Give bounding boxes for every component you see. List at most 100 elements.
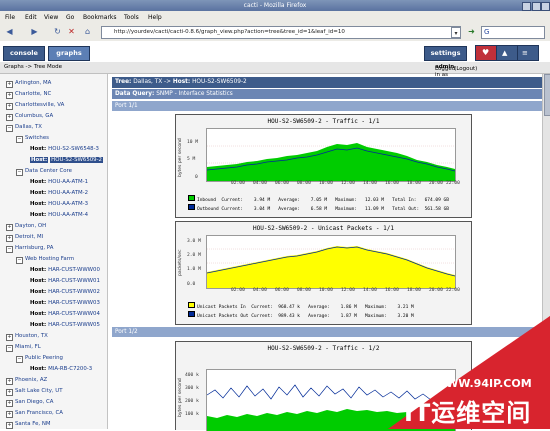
tree-host-label: HOU-AA-ATM-3 (48, 201, 89, 207)
expand-toggle-icon[interactable]: + (6, 92, 13, 99)
x-tick: 08:00 (297, 288, 311, 293)
tree-item[interactable]: Host: HOU-AA-ATM-4 (30, 212, 88, 218)
close-window-button[interactable] (541, 2, 550, 11)
x-tick: 06:00 (275, 181, 289, 186)
host-prefix: Host: (30, 201, 47, 207)
host-label: Host: (172, 79, 191, 85)
expand-toggle-icon[interactable]: − (16, 356, 23, 363)
maximize-button[interactable] (532, 2, 541, 11)
tree-item[interactable]: + San Francisco, CA (6, 410, 63, 418)
menu-edit[interactable]: Edit (25, 14, 37, 21)
stop-icon[interactable]: ✕ (66, 26, 77, 37)
expand-toggle-icon[interactable]: + (6, 378, 13, 385)
tree-item[interactable]: + Arlington, MA (6, 80, 51, 88)
unicast-plot-svg (207, 246, 455, 288)
expand-toggle-icon[interactable]: + (6, 81, 13, 88)
tree-item[interactable]: Host: HOU-S2-SW6548-3 (30, 146, 99, 152)
menu-help[interactable]: Help (148, 14, 162, 21)
tree-item[interactable]: − Public Peering (16, 355, 63, 363)
tree-item[interactable]: − Data Center Core (16, 168, 72, 176)
tab-settings[interactable]: settings (424, 46, 467, 61)
x-tick: 06:00 (275, 288, 289, 293)
tree-item[interactable]: + Dayton, OH (6, 223, 46, 231)
tree-item[interactable]: + Salt Lake City, UT (6, 388, 63, 396)
graph-traffic-1-1[interactable]: HOU-S2-SW6509-2 - Traffic - 1/1 bytes pe… (175, 114, 472, 218)
expand-toggle-icon[interactable]: + (6, 334, 13, 341)
tree-item[interactable]: + Columbus, GA (6, 113, 53, 121)
menu-tools[interactable]: Tools (124, 14, 139, 21)
menu-bookmarks[interactable]: Bookmarks (83, 14, 117, 21)
expand-toggle-icon[interactable]: + (6, 224, 13, 231)
tree-item[interactable]: Host: HAR-CUST-WWW04 (30, 311, 100, 317)
tab-console[interactable]: console (3, 46, 45, 61)
tree-item[interactable]: Host: HOU-AA-ATM-2 (30, 190, 88, 196)
x-tick: 04:00 (253, 288, 267, 293)
host-prefix: Host: (30, 366, 47, 372)
tree-item[interactable]: + Charlottesville, VA (6, 102, 64, 110)
expand-toggle-icon[interactable]: + (6, 389, 13, 396)
expand-toggle-icon[interactable]: + (6, 411, 13, 418)
tree-item[interactable]: − Web Hosting Farm (16, 256, 74, 264)
menu-file[interactable]: File (5, 14, 15, 21)
tree-item[interactable]: Host: HAR-CUST-WWW03 (30, 300, 100, 306)
tree-item[interactable]: + Charlotte, NC (6, 91, 51, 99)
tree-item[interactable]: Host: HAR-CUST-WWW05 (30, 322, 100, 328)
legend-name: Outbound (197, 207, 219, 212)
tree-item[interactable]: − Switches (16, 135, 49, 143)
expand-toggle-icon[interactable]: − (6, 345, 13, 352)
expand-toggle-icon[interactable]: − (6, 246, 13, 253)
menu-view[interactable]: View (44, 14, 58, 21)
home-icon[interactable]: ⌂ (82, 26, 93, 37)
search-input[interactable]: G (481, 26, 545, 39)
tree-item[interactable]: − Harrisburg, PA (6, 245, 53, 253)
tree-item[interactable]: + Phoenix, AZ (6, 377, 47, 385)
tree-item[interactable]: + San Diego, CA (6, 399, 53, 407)
menu-go[interactable]: Go (66, 14, 74, 21)
tree-item[interactable]: Host: HAR-CUST-WWW01 (30, 278, 100, 284)
expand-toggle-icon[interactable]: − (6, 125, 13, 132)
tree-item[interactable]: Host: HAR-CUST-WWW02 (30, 289, 100, 295)
tree-host-label: HOU-S2-SW6509-2 (50, 157, 103, 163)
y-tick: 5 M (187, 157, 196, 162)
tree-item[interactable]: Host: HAR-CUST-WWW00 (30, 267, 100, 273)
legend-unicast-in: Unicast Packets In Current: 968.47 k Ave… (188, 302, 414, 310)
go-icon[interactable]: ➜ (466, 26, 477, 37)
tree-item[interactable]: Host: HOU-AA-ATM-1 (30, 179, 88, 185)
expand-toggle-icon[interactable]: + (6, 103, 13, 110)
expand-toggle-icon[interactable]: − (16, 257, 23, 264)
tree-mode-button[interactable]: ▲ (496, 45, 518, 61)
reload-icon[interactable]: ↻ (52, 26, 63, 37)
expand-toggle-icon[interactable]: + (6, 235, 13, 242)
expand-toggle-icon[interactable]: − (16, 136, 23, 143)
url-bar[interactable]: http://yourdev/cacti/cacti-0.8.6/graph_v… (101, 26, 461, 39)
preview-mode-button[interactable]: ♥ (475, 45, 497, 61)
x-tick: 14:00 (363, 288, 377, 293)
navigation-toolbar: ◀ ▶ ↻ ✕ ⌂ http://yourdev/cacti/cacti-0.8… (0, 23, 550, 42)
tree-host-label: HAR-CUST-WWW02 (48, 289, 100, 295)
minimize-button[interactable] (522, 2, 531, 11)
tree-item[interactable]: Host: MIA-RB-C7200-3 (30, 366, 92, 372)
tree-item[interactable]: − Dallas, TX (6, 124, 42, 132)
breadcrumb-path[interactable]: Graphs -> Tree Mode (4, 64, 62, 70)
expand-toggle-icon[interactable]: + (6, 400, 13, 407)
expand-toggle-icon[interactable]: − (16, 169, 23, 176)
tree-item-label: Dallas, TX (15, 124, 42, 130)
list-mode-button[interactable]: ≡ (517, 45, 539, 61)
logout-link[interactable]: (Logout) (454, 66, 477, 72)
port-2-label: Port 1/2 (115, 329, 138, 335)
tree-item[interactable]: Host: HOU-S2-SW6509-2 (30, 157, 103, 163)
back-icon[interactable]: ◀ (4, 26, 15, 37)
scrollbar-thumb[interactable] (544, 74, 550, 116)
tree-item[interactable]: − Miami, FL (6, 344, 41, 352)
forward-icon[interactable]: ▶ (29, 26, 40, 37)
expand-toggle-icon[interactable]: + (6, 114, 13, 121)
graph-unicast-1-1[interactable]: HOU-S2-SW6509-2 - Unicast Packets - 1/1 … (175, 221, 472, 325)
url-dropdown-icon[interactable]: ▾ (451, 27, 461, 38)
tree-item[interactable]: + Detroit, MI (6, 234, 43, 242)
window-titlebar: cacti - Mozilla Firefox (0, 0, 550, 11)
tree-item[interactable]: + Santa Fe, NM (6, 421, 51, 429)
tree-item[interactable]: Host: HOU-AA-ATM-3 (30, 201, 88, 207)
tab-graphs[interactable]: graphs (48, 46, 90, 61)
expand-toggle-icon[interactable]: + (6, 422, 13, 429)
tree-item[interactable]: + Houston, TX (6, 333, 48, 341)
